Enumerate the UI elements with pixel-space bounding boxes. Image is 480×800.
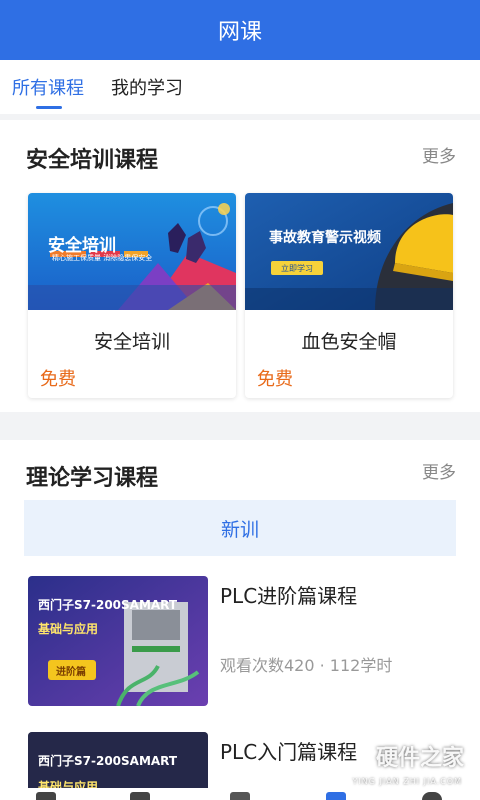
active-tab-indicator: [36, 106, 62, 109]
tab-all-courses[interactable]: 所有课程: [12, 74, 84, 100]
course-item[interactable]: 西门子S7-200SAMART 基础与应用 进阶篇 PLC进阶篇课程 观看次数4…: [28, 576, 452, 708]
thumbnail-title: 西门子S7-200SAMART: [38, 598, 178, 612]
course-banner-image: 安全培训 精心施工保质量 消除隐患保安全: [28, 193, 236, 310]
top-app-bar: 网课: [0, 0, 480, 60]
section-title: 安全培训课程: [26, 148, 159, 173]
thumbnail-subtitle: 基础与应用: [38, 622, 99, 636]
banner-title: 事故教育警示视频: [269, 230, 381, 246]
card-title: 血色安全帽: [301, 331, 397, 353]
bottom-navigation: [0, 788, 480, 800]
more-link[interactable]: 更多: [422, 142, 456, 167]
course-card-bloody-helmet[interactable]: 事故教育警示视频 立即学习 血色安全帽 免费: [245, 193, 453, 398]
banner-subtitle: 精心施工保质量 消除隐患保安全: [52, 254, 153, 262]
theory-learning-section: 理论学习课程 更多 新训 西门子S7-200SAMART 基础与应用 进阶篇 P…: [0, 440, 480, 800]
card-title: 安全培训: [93, 331, 170, 353]
thumbnail-title: 西门子S7-200SAMART: [38, 754, 178, 768]
section-title: 理论学习课程: [26, 466, 159, 491]
tools-icon[interactable]: [230, 792, 250, 800]
category-tab-new-training[interactable]: 新训: [24, 500, 456, 556]
watermark-logo: 硬件之家: [375, 746, 464, 771]
course-banner-image: 事故教育警示视频 立即学习: [245, 193, 453, 310]
watermark-subtext: YING JIAN ZHI JIA.COM: [352, 777, 462, 786]
courses-icon[interactable]: [130, 792, 150, 800]
course-meta: 观看次数420 · 112学时: [220, 656, 393, 675]
level-badge: 进阶篇: [56, 667, 86, 678]
course-card-safety-training[interactable]: 安全培训 精心施工保质量 消除隐患保安全 安全培训 免费: [28, 193, 236, 398]
course-title: PLC进阶篇课程: [220, 584, 358, 608]
course-thumbnail: 西门子S7-200SAMART 基础与应用 进阶篇: [28, 576, 208, 706]
tab-my-learning[interactable]: 我的学习: [111, 74, 183, 100]
more-link[interactable]: 更多: [422, 458, 456, 483]
page-title: 网课: [217, 20, 262, 45]
price-label: 免费: [40, 369, 76, 390]
learning-icon[interactable]: [326, 792, 346, 800]
home-icon[interactable]: [36, 792, 56, 800]
course-title: PLC入门篇课程: [220, 740, 358, 764]
profile-icon[interactable]: [422, 792, 442, 800]
safety-training-section: 安全培训课程 更多 安全培训 精心施工保质量 消除隐患保安全 安全培训 免费 事…: [0, 120, 480, 412]
course-tabs: 所有课程 我的学习: [0, 60, 480, 114]
watch-now-button: 立即学习: [271, 261, 323, 275]
price-label: 免费: [257, 369, 293, 390]
